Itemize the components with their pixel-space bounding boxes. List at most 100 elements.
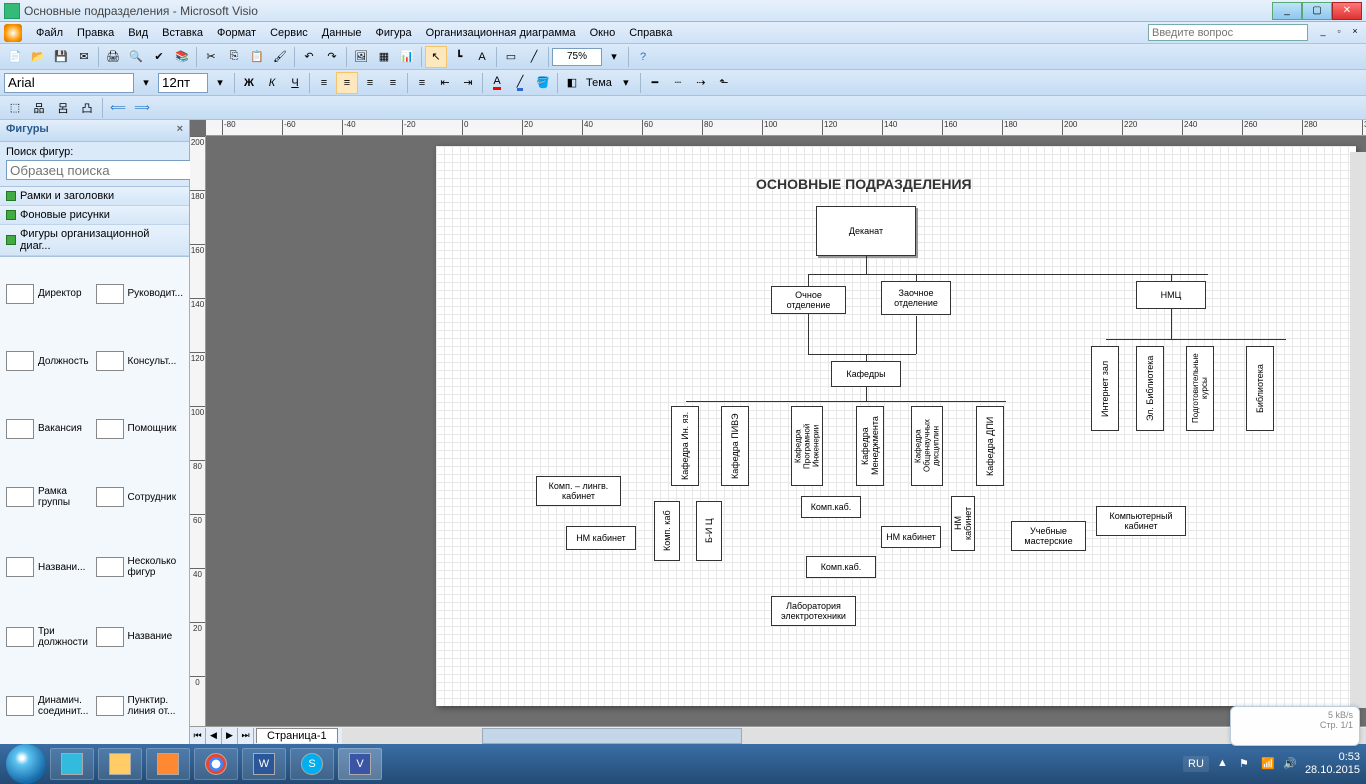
shapes-panel-close-icon[interactable]: ×	[177, 123, 183, 138]
open-icon[interactable]: 📂	[27, 46, 49, 68]
office-button[interactable]	[4, 24, 22, 42]
insert-chart-icon[interactable]: 📊	[396, 46, 418, 68]
relayout-icon[interactable]: ⬚	[4, 97, 26, 119]
new-doc-icon[interactable]: 📄	[4, 46, 26, 68]
shape-master[interactable]: Должность	[4, 329, 92, 395]
tray-clock[interactable]: 0:53 28.10.2015	[1305, 751, 1360, 777]
move-right-icon[interactable]: ⟹	[131, 97, 153, 119]
node-komp-kabinet[interactable]: Компьютерный кабинет	[1096, 506, 1186, 536]
research-icon[interactable]: 📚	[171, 46, 193, 68]
increase-indent-icon[interactable]: ⇥	[457, 72, 479, 94]
menu-data[interactable]: Данные	[316, 25, 368, 41]
italic-icon[interactable]: К	[261, 72, 283, 94]
font-color-icon[interactable]: A	[486, 72, 508, 94]
line-ends-icon[interactable]: ⇢	[690, 72, 712, 94]
connector-tool-icon[interactable]: ┗	[448, 46, 470, 68]
menu-insert[interactable]: Вставка	[156, 25, 209, 41]
menu-shape[interactable]: Фигура	[370, 25, 418, 41]
node-ochnoe[interactable]: Очное отделение	[771, 286, 846, 314]
node-el-biblioteka[interactable]: Эл. Библиотека	[1136, 346, 1164, 431]
spelling-icon[interactable]: ✔	[148, 46, 170, 68]
shape-master[interactable]: Рамка группы	[4, 464, 92, 532]
tab-first-icon[interactable]: ⏮	[190, 728, 206, 744]
tray-network-icon[interactable]: 📶	[1261, 757, 1275, 771]
node-lab-elektro[interactable]: Лаборатория электротехники	[771, 596, 856, 626]
layout-vert-icon[interactable]: 呂	[52, 97, 74, 119]
node-biblioteka[interactable]: Библиотека	[1246, 346, 1274, 431]
node-kaf-pi[interactable]: Кафедра Програмной Инженерии	[791, 406, 823, 486]
node-komp-kab-3[interactable]: Комп.каб.	[806, 556, 876, 578]
insert-table-icon[interactable]: ▦	[373, 46, 395, 68]
node-kafedry[interactable]: Кафедры	[831, 361, 901, 387]
drawing-page[interactable]: ОСНОВНЫЕ ПОДРАЗДЕЛЕНИЯ Деканат Очное отд…	[436, 146, 1356, 706]
help-search-input[interactable]	[1148, 24, 1308, 41]
layout-side-icon[interactable]: 凸	[76, 97, 98, 119]
line-color-icon[interactable]: ╱	[509, 72, 531, 94]
shape-master[interactable]: Вакансия	[4, 396, 92, 462]
font-size-select[interactable]	[158, 73, 208, 93]
decrease-indent-icon[interactable]: ⇤	[434, 72, 456, 94]
taskbar-chrome-icon[interactable]	[194, 748, 238, 780]
menu-format[interactable]: Формат	[211, 25, 262, 41]
stencil-backgrounds[interactable]: Фоновые рисунки	[0, 206, 189, 225]
taskbar-visio-icon[interactable]: V	[338, 748, 382, 780]
zoom-input[interactable]	[552, 48, 602, 66]
taskbar-word-icon[interactable]: W	[242, 748, 286, 780]
node-komp-kab-2[interactable]: Комп.каб.	[801, 496, 861, 518]
vertical-scrollbar[interactable]	[1350, 152, 1366, 708]
shape-master[interactable]: Руководит...	[94, 261, 186, 327]
shape-master[interactable]: Название	[94, 603, 186, 671]
insert-picture-icon[interactable]: 🖼	[350, 46, 372, 68]
print-icon[interactable]: 🖨	[102, 46, 124, 68]
tab-prev-icon[interactable]: ◀	[206, 728, 222, 744]
align-right-icon[interactable]: ≡	[359, 72, 381, 94]
shadow-icon[interactable]: ◧	[561, 72, 583, 94]
redo-icon[interactable]: ↷	[321, 46, 343, 68]
email-icon[interactable]: ✉	[73, 46, 95, 68]
shape-master[interactable]: Названи...	[4, 533, 92, 601]
move-left-icon[interactable]: ⟸	[107, 97, 129, 119]
theme-dropdown-icon[interactable]: ▾	[615, 72, 637, 94]
tray-flag-icon[interactable]: ▲	[1217, 757, 1231, 771]
tray-language[interactable]: RU	[1183, 756, 1209, 772]
taskbar-skype-icon[interactable]: S	[290, 748, 334, 780]
line-weight-icon[interactable]: ━	[644, 72, 666, 94]
print-preview-icon[interactable]: 🔍	[125, 46, 147, 68]
node-dekanat[interactable]: Деканат	[816, 206, 916, 256]
align-justify-icon[interactable]: ≡	[382, 72, 404, 94]
align-center-icon[interactable]: ≡	[336, 72, 358, 94]
tab-last-icon[interactable]: ⏭	[238, 728, 254, 744]
menu-orgchart[interactable]: Организационная диаграмма	[420, 25, 582, 41]
text-tool-icon[interactable]: A	[471, 46, 493, 68]
line-pattern-icon[interactable]: ┄	[667, 72, 689, 94]
shape-master[interactable]: Директор	[4, 261, 92, 327]
connector-style-icon[interactable]: ⬑	[713, 72, 735, 94]
start-button[interactable]	[6, 744, 46, 784]
node-kaf-ond[interactable]: Кафедра Общенаучных дисциплин	[911, 406, 943, 486]
help-icon[interactable]: ?	[632, 46, 654, 68]
page-tab-1[interactable]: Страница-1	[256, 728, 338, 743]
window-close-button[interactable]: ✕	[1332, 2, 1362, 20]
node-kaf-inyaz[interactable]: Кафедра Ин. яз.	[671, 406, 699, 486]
node-kaf-men[interactable]: Кафедра Менеджмента	[856, 406, 884, 486]
node-internet-zal[interactable]: Интернет зал	[1091, 346, 1119, 431]
tray-volume-icon[interactable]: 🔊	[1283, 757, 1297, 771]
node-nm-kabinet[interactable]: НМ кабинет	[566, 526, 636, 550]
shape-master[interactable]: Динамич. соединит...	[4, 672, 92, 740]
align-left-icon[interactable]: ≡	[313, 72, 335, 94]
size-dropdown-icon[interactable]: ▾	[209, 72, 231, 94]
bullets-icon[interactable]: ≡	[411, 72, 433, 94]
zoom-dropdown-icon[interactable]: ▾	[603, 46, 625, 68]
window-maximize-button[interactable]: ▢	[1302, 2, 1332, 20]
node-bic[interactable]: Б-И Ц	[696, 501, 722, 561]
pointer-tool-icon[interactable]: ↖	[425, 46, 447, 68]
page-viewport[interactable]: ОСНОВНЫЕ ПОДРАЗДЕЛЕНИЯ Деканат Очное отд…	[206, 136, 1366, 726]
shape-master[interactable]: Несколько фигур	[94, 533, 186, 601]
node-komp-lingv[interactable]: Комп. – лингв. кабинет	[536, 476, 621, 506]
node-komp-kab-v[interactable]: Комп. каб	[654, 501, 680, 561]
font-dropdown-icon[interactable]: ▾	[135, 72, 157, 94]
shape-master[interactable]: Сотрудник	[94, 464, 186, 532]
shapes-search-input[interactable]	[6, 160, 191, 180]
layout-horiz-icon[interactable]: 品	[28, 97, 50, 119]
menu-view[interactable]: Вид	[122, 25, 154, 41]
